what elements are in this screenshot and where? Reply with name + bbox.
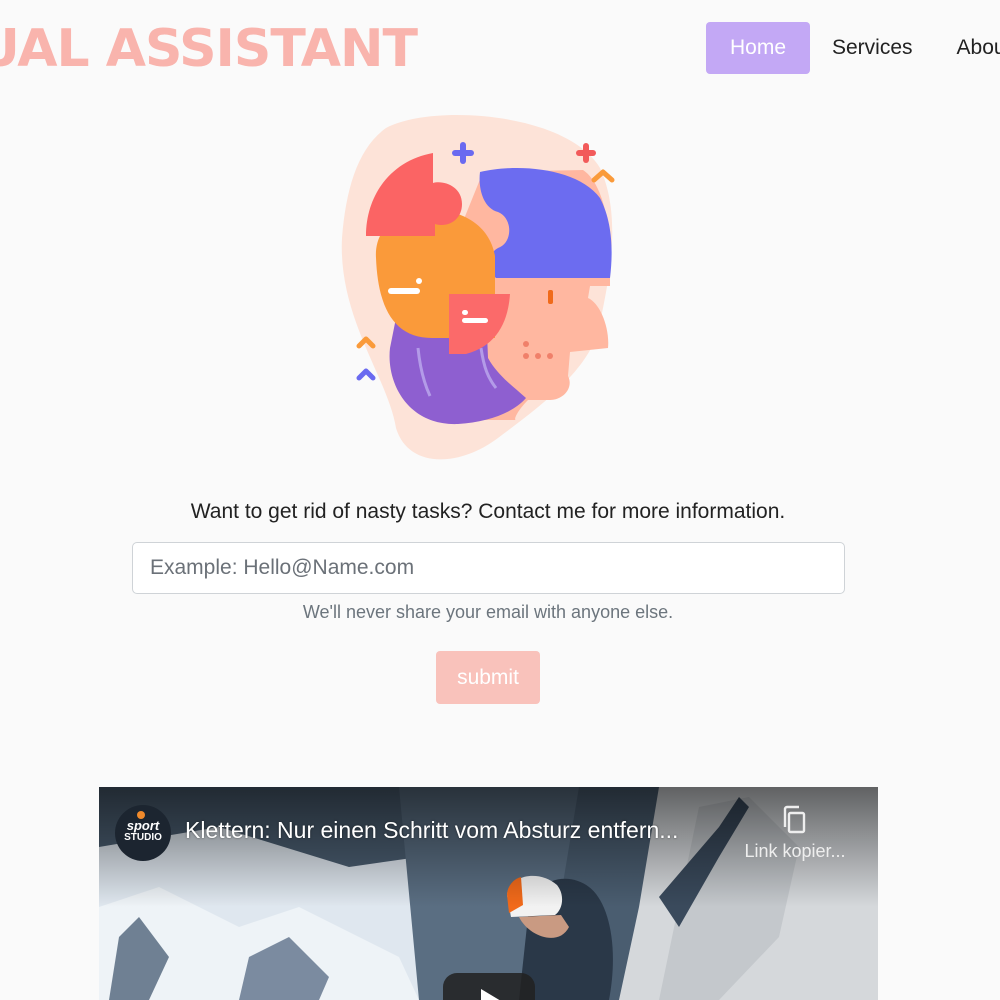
copy-icon — [783, 805, 806, 834]
email-input[interactable] — [132, 542, 845, 594]
brand-title-text: VIRTUAL ASSISTANT — [0, 19, 418, 79]
nav-home[interactable]: Home — [706, 22, 810, 74]
copy-link-label: Link kopier... — [744, 841, 846, 861]
puzzle-head-illustration — [341, 115, 615, 460]
email-help-text: We'll never share your email with anyone… — [302, 602, 674, 622]
channel-name-line2: STUDIO — [124, 832, 162, 843]
nav-about[interactable]: About — [935, 22, 1000, 74]
video-embed[interactable]: sport STUDIO Klettern: Nur einen Schritt… — [99, 787, 878, 1000]
play-icon[interactable] — [443, 973, 535, 1000]
submit-button[interactable]: submit — [436, 651, 540, 704]
main-nav: Home Services About — [706, 22, 1000, 74]
video-title[interactable]: Klettern: Nur einen Schritt vom Absturz … — [185, 817, 678, 844]
contact-tagline: Want to get rid of nasty tasks? Contact … — [190, 500, 786, 523]
nav-services[interactable]: Services — [810, 22, 935, 74]
brand-title[interactable]: VIRTUAL ASSISTANT — [0, 14, 423, 84]
channel-name-line1: sport — [126, 818, 160, 833]
channel-avatar[interactable]: sport STUDIO — [115, 805, 171, 861]
copy-link-button[interactable]: Link kopier... — [735, 805, 855, 862]
channel-logo-dot-icon — [137, 811, 145, 819]
